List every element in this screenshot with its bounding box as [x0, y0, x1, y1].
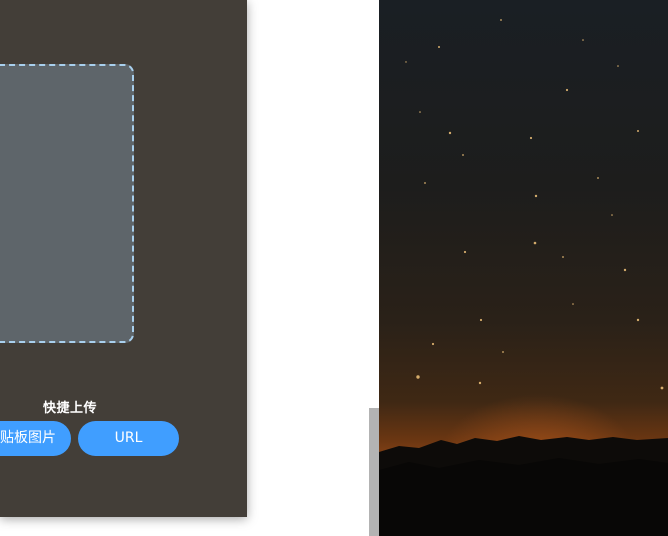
upload-panel: 快捷上传 粘贴板图片 URL [0, 0, 247, 517]
paste-clipboard-image-button[interactable]: 粘贴板图片 [0, 421, 71, 456]
night-sky-image [379, 0, 668, 536]
scroll-strip [369, 408, 379, 536]
upload-drop-zone[interactable] [0, 64, 134, 343]
night-sky-photo [379, 0, 668, 536]
page: 快捷上传 粘贴板图片 URL [0, 0, 668, 536]
url-upload-button[interactable]: URL [78, 421, 179, 456]
quick-upload-label: 快捷上传 [42, 401, 97, 416]
